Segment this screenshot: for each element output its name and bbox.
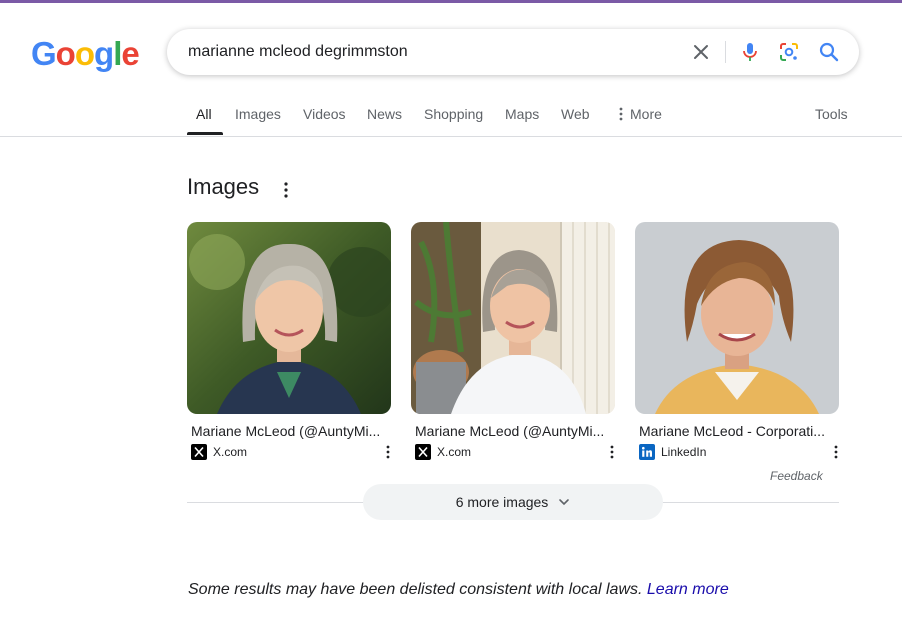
active-tab-indicator <box>187 132 223 135</box>
more-images-button[interactable]: 6 more images <box>363 484 663 520</box>
tab-all[interactable]: All <box>196 106 212 122</box>
logo-letter: o <box>55 35 76 72</box>
portrait-image <box>187 222 391 414</box>
clear-icon[interactable] <box>689 40 713 64</box>
section-options-icon[interactable] <box>280 180 292 200</box>
image-result-source[interactable]: X.com <box>415 444 471 460</box>
delisted-text: Some results may have been delisted cons… <box>188 581 643 598</box>
logo-letter: o <box>74 35 95 72</box>
search-tabs: All Images Videos News Shopping Maps Web… <box>0 98 902 137</box>
source-name: X.com <box>437 445 472 459</box>
search-input[interactable] <box>188 29 668 75</box>
source-name: X.com <box>213 445 248 459</box>
lens-icon[interactable] <box>777 40 801 64</box>
image-thumbnail[interactable] <box>635 222 839 414</box>
top-accent-bar <box>0 0 902 3</box>
tab-videos[interactable]: Videos <box>303 106 346 122</box>
tools-button[interactable]: Tools <box>815 106 848 122</box>
tab-shopping[interactable]: Shopping <box>424 106 483 122</box>
logo-letter: e <box>121 35 139 72</box>
more-images-label: 6 more images <box>455 494 549 510</box>
google-logo[interactable]: Google <box>31 34 140 74</box>
x-logo-icon <box>415 444 431 460</box>
delisted-notice: Some results may have been delisted cons… <box>188 581 729 599</box>
image-result-source[interactable]: X.com <box>191 444 247 460</box>
learn-more-link[interactable]: Learn more <box>647 581 729 598</box>
image-result-card[interactable]: Mariane McLeod - Corporati... LinkedIn <box>635 222 839 460</box>
linkedin-logo-icon <box>639 444 655 460</box>
feedback-link[interactable]: Feedback <box>770 469 823 483</box>
tab-more[interactable]: More <box>618 106 662 122</box>
image-result-card[interactable]: Mariane McLeod (@AuntyMi... X.com <box>187 222 391 460</box>
search-icon[interactable] <box>817 40 841 64</box>
portrait-image <box>635 222 839 414</box>
chevron-down-icon <box>559 499 570 506</box>
image-result-source[interactable]: LinkedIn <box>639 444 706 460</box>
image-thumbnail[interactable] <box>411 222 615 414</box>
more-options-icon[interactable] <box>832 444 840 460</box>
x-logo-icon <box>191 444 207 460</box>
tab-maps[interactable]: Maps <box>505 106 539 122</box>
search-box <box>167 29 859 75</box>
tab-images[interactable]: Images <box>235 106 281 122</box>
logo-letter: l <box>113 35 122 72</box>
portrait-image <box>411 222 615 414</box>
microphone-icon[interactable] <box>738 40 762 64</box>
search-divider <box>725 41 726 63</box>
image-result-title[interactable]: Mariane McLeod (@AuntyMi... <box>191 423 386 439</box>
more-options-icon[interactable] <box>608 444 616 460</box>
images-section-title: Images <box>187 174 260 199</box>
tab-web[interactable]: Web <box>561 106 590 122</box>
logo-letter: g <box>94 35 114 72</box>
tab-news[interactable]: News <box>367 106 402 122</box>
logo-letter: G <box>31 35 57 72</box>
vertical-dots-icon <box>619 107 623 121</box>
more-options-icon[interactable] <box>384 444 392 460</box>
source-name: LinkedIn <box>661 445 707 459</box>
image-result-title[interactable]: Mariane McLeod - Corporati... <box>639 423 834 439</box>
image-thumbnail[interactable] <box>187 222 391 414</box>
image-result-card[interactable]: Mariane McLeod (@AuntyMi... X.com <box>411 222 615 460</box>
image-result-title[interactable]: Mariane McLeod (@AuntyMi... <box>415 423 610 439</box>
tab-more-label: More <box>630 106 662 122</box>
